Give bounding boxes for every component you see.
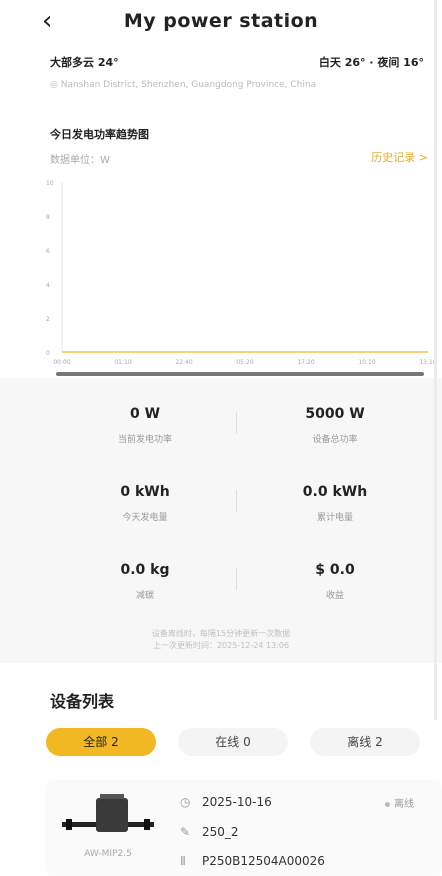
power-trend-chart: 10 8 6 4 2 000:00 01:10 22:40 05:20 17:20 10:10 13:…: [46, 180, 434, 366]
device-name-row: ✎ 250_2: [180, 825, 239, 839]
device-sn: P250B12504A00026: [202, 854, 325, 868]
page-scrollbar[interactable]: [434, 0, 437, 720]
divider: [236, 490, 237, 512]
filter-all-tab[interactable]: 全部 2: [46, 728, 156, 756]
chart-unit: 数据单位：W: [50, 155, 110, 166]
update-note-line2: 上一次更新时间：2025-12-24 13:06: [152, 641, 290, 650]
weather-condition: 大部多云 24°: [50, 56, 119, 69]
y-tick-label: 6: [46, 248, 50, 255]
stat-label: 收益: [325, 591, 344, 601]
clock-icon: ◷: [180, 795, 191, 809]
stat-value: $ 0.0: [315, 562, 355, 578]
header: ‹ My power station: [0, 0, 442, 42]
stats-panel: 0 W 当前发电功率 5000 W 设备总功率 0 kWh 今天发电量 0.0 …: [0, 378, 442, 663]
stat-label: 今天发电量: [122, 513, 168, 523]
device-status: 离线: [385, 795, 414, 810]
location-row: ◎ Nanshan District, Shenzhen, Guangdong …: [50, 80, 316, 90]
stat-value: 0 W: [129, 406, 161, 422]
history-link[interactable]: 历史记录 >: [371, 149, 428, 165]
x-tick-label: 05:20: [236, 359, 253, 366]
chart-scrollbar[interactable]: [56, 372, 424, 376]
total-capacity-stat: 5000 W 设备总功率: [245, 406, 425, 445]
stat-label: 减碳: [135, 591, 154, 601]
device-name: 250_2: [202, 825, 239, 839]
device-status-text: 离线: [394, 799, 414, 810]
filter-online-tab[interactable]: 在线 0: [178, 728, 288, 756]
x-tick-label: 13:10: [419, 359, 434, 366]
location-pin-icon: ◎: [50, 80, 58, 90]
today-energy-stat: 0 kWh 今天发电量: [55, 484, 235, 523]
inverter-device-icon: [62, 794, 154, 832]
total-energy-stat: 0.0 kWh 累计电量: [245, 484, 425, 523]
filter-offline-tab[interactable]: 离线 2: [310, 728, 420, 756]
divider: [236, 412, 237, 434]
update-note-line1: 设备离线时，每隔15分钟更新一次数据: [151, 629, 291, 638]
device-list-title: 设备列表: [50, 692, 115, 711]
divider: [236, 568, 237, 590]
carbon-reduction-stat: 0.0 kg 减碳: [55, 562, 235, 601]
y-tick-label: 8: [46, 214, 50, 221]
x-tick-label: 22:40: [175, 359, 192, 366]
stat-value: 0 kWh: [120, 484, 170, 500]
y-tick-label: 4: [46, 282, 50, 289]
device-date: 2025-10-16: [202, 795, 272, 809]
chart-title: 今日发电功率趋势图: [50, 128, 149, 141]
y-tick-label: 0: [46, 350, 50, 357]
stat-label: 设备总功率: [312, 435, 358, 445]
current-power-stat: 0 W 当前发电功率: [55, 406, 235, 445]
barcode-icon: Ⅱ: [180, 854, 186, 868]
device-sn-row: Ⅱ P250B12504A00026: [180, 854, 325, 868]
stat-value: 0.0 kg: [120, 562, 170, 578]
day-night-temps: 白天 26° · 夜间 16°: [318, 56, 424, 69]
stat-label: 累计电量: [316, 513, 353, 523]
x-tick-label: 17:20: [297, 359, 314, 366]
x-tick-label: 00:00: [53, 359, 70, 366]
stat-label: 当前发电功率: [117, 435, 172, 445]
x-tick-label: 10:10: [358, 359, 375, 366]
revenue-stat: $ 0.0 收益: [245, 562, 425, 601]
stat-value: 0.0 kWh: [302, 484, 368, 500]
y-tick-label: 10: [46, 180, 54, 187]
page-title: My power station: [123, 10, 319, 32]
device-model: AW-MIP2.5: [84, 849, 132, 859]
x-tick-label: 01:10: [114, 359, 131, 366]
location-text: Nanshan District, Shenzhen, Guangdong Pr…: [60, 80, 317, 90]
status-dot: [385, 801, 390, 807]
stat-value: 5000 W: [305, 406, 365, 422]
device-date-row: ◷ 2025-10-16: [180, 795, 272, 809]
pencil-icon: ✎: [180, 825, 191, 839]
y-tick-label: 2: [46, 316, 50, 323]
